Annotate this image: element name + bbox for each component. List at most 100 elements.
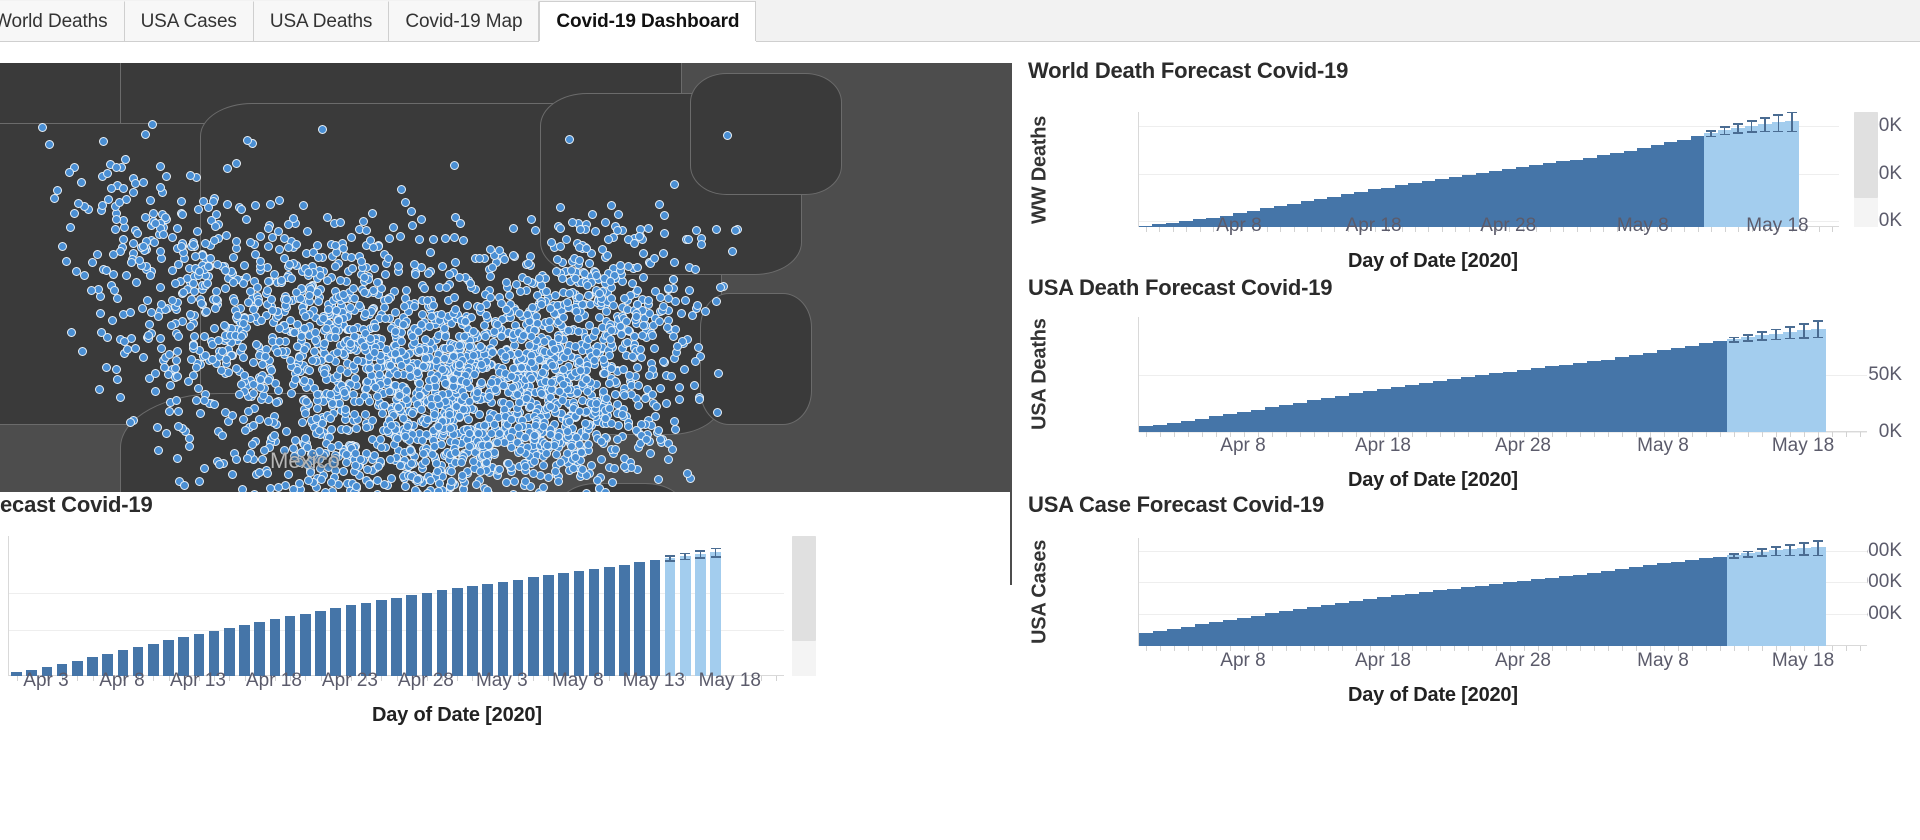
forecast-bar[interactable] (1731, 127, 1746, 227)
map-marker[interactable] (189, 286, 199, 296)
forecast-bar[interactable] (1727, 555, 1742, 646)
tab-usa-cases[interactable]: USA Cases (124, 1, 254, 41)
actual-bar[interactable] (284, 616, 296, 676)
map-marker[interactable] (342, 457, 352, 467)
map-marker[interactable] (572, 388, 582, 398)
forecast-bar[interactable] (1704, 132, 1719, 227)
actual-bar[interactable] (497, 581, 509, 676)
actual-bar[interactable] (1300, 201, 1315, 227)
map-marker[interactable] (263, 276, 273, 286)
actual-bar[interactable] (1421, 180, 1436, 227)
actual-bar[interactable] (1517, 580, 1532, 646)
map-marker[interactable] (598, 355, 608, 365)
map-marker[interactable] (102, 169, 112, 179)
actual-bar[interactable] (1433, 380, 1448, 432)
actual-bar[interactable] (1195, 624, 1210, 646)
plot-canvas[interactable] (1138, 111, 1839, 232)
map-marker[interactable] (545, 316, 555, 326)
actual-bar[interactable] (1419, 592, 1434, 646)
map-marker[interactable] (331, 261, 341, 271)
map-marker[interactable] (643, 296, 653, 306)
map-marker[interactable] (437, 262, 447, 272)
map-marker[interactable] (359, 272, 369, 282)
map-marker[interactable] (680, 295, 690, 305)
map-marker[interactable] (573, 314, 583, 324)
map-marker[interactable] (530, 225, 540, 235)
map-marker[interactable] (417, 310, 427, 320)
map-marker[interactable] (557, 395, 567, 405)
map-marker[interactable] (621, 316, 631, 326)
map-marker[interactable] (238, 318, 248, 328)
map-marker[interactable] (526, 357, 536, 367)
map-marker[interactable] (503, 458, 513, 468)
map-marker[interactable] (350, 461, 360, 471)
map-marker[interactable] (112, 162, 122, 172)
actual-bar[interactable] (315, 610, 326, 676)
map-marker[interactable] (267, 305, 277, 315)
forecast-bar[interactable] (1758, 123, 1773, 227)
map-marker[interactable] (595, 288, 605, 298)
map-marker[interactable] (98, 137, 108, 147)
map-marker[interactable] (529, 430, 539, 440)
actual-bar[interactable] (1335, 602, 1350, 646)
map-marker[interactable] (607, 478, 617, 488)
actual-bar[interactable] (1209, 622, 1224, 646)
map-marker[interactable] (653, 426, 663, 436)
map-marker[interactable] (299, 375, 309, 385)
map-marker[interactable] (421, 353, 431, 363)
map-marker[interactable] (581, 374, 591, 384)
map-marker[interactable] (640, 393, 650, 403)
map-marker[interactable] (107, 315, 117, 325)
actual-bar[interactable] (1279, 404, 1294, 432)
map-marker[interactable] (238, 352, 248, 362)
map-marker[interactable] (509, 250, 519, 260)
actual-bar[interactable] (1629, 354, 1644, 432)
map-marker[interactable] (38, 123, 47, 132)
map-marker[interactable] (299, 200, 309, 210)
map-marker[interactable] (120, 154, 130, 164)
map-marker[interactable] (520, 433, 530, 443)
forecast-bar[interactable] (1755, 551, 1770, 646)
forecast-bar[interactable] (1744, 125, 1760, 227)
map-marker[interactable] (204, 261, 214, 271)
map-marker[interactable] (199, 331, 209, 341)
plot-canvas[interactable] (1138, 538, 1867, 651)
map-marker[interactable] (385, 386, 395, 396)
map-marker[interactable] (304, 366, 314, 376)
map-marker[interactable] (731, 226, 740, 235)
actual-bar[interactable] (1405, 593, 1420, 646)
map-marker[interactable] (317, 418, 327, 428)
map-marker[interactable] (508, 223, 518, 233)
map-marker[interactable] (486, 428, 496, 438)
map-marker[interactable] (360, 309, 370, 319)
map-marker[interactable] (399, 413, 409, 423)
map-marker[interactable] (166, 320, 176, 330)
map-marker[interactable] (52, 186, 62, 196)
map-marker[interactable] (370, 263, 380, 273)
actual-bar[interactable] (1435, 179, 1450, 227)
actual-bar[interactable] (467, 586, 478, 676)
map-marker[interactable] (400, 198, 410, 208)
map-marker[interactable] (232, 310, 242, 320)
map-marker[interactable] (238, 414, 248, 424)
actual-bar[interactable] (1139, 633, 1154, 646)
map-marker[interactable] (122, 345, 132, 355)
forecast-bar[interactable] (1755, 335, 1770, 432)
map-marker[interactable] (371, 382, 381, 392)
actual-bar[interactable] (1181, 421, 1196, 432)
actual-bar[interactable] (1419, 383, 1434, 432)
map-marker[interactable] (466, 278, 476, 288)
map-marker[interactable] (79, 271, 89, 281)
actual-bar[interactable] (619, 564, 630, 676)
map-marker[interactable] (286, 388, 296, 398)
actual-bar[interactable] (1629, 567, 1644, 646)
map-marker[interactable] (190, 252, 200, 262)
map-marker[interactable] (700, 306, 710, 316)
actual-bar[interactable] (1503, 582, 1518, 646)
map-marker[interactable] (617, 410, 627, 420)
map-marker[interactable] (288, 214, 298, 224)
actual-bar[interactable] (451, 588, 463, 676)
actual-bar[interactable] (1287, 203, 1302, 227)
actual-bar[interactable] (1556, 161, 1571, 227)
map-marker[interactable] (475, 466, 485, 476)
